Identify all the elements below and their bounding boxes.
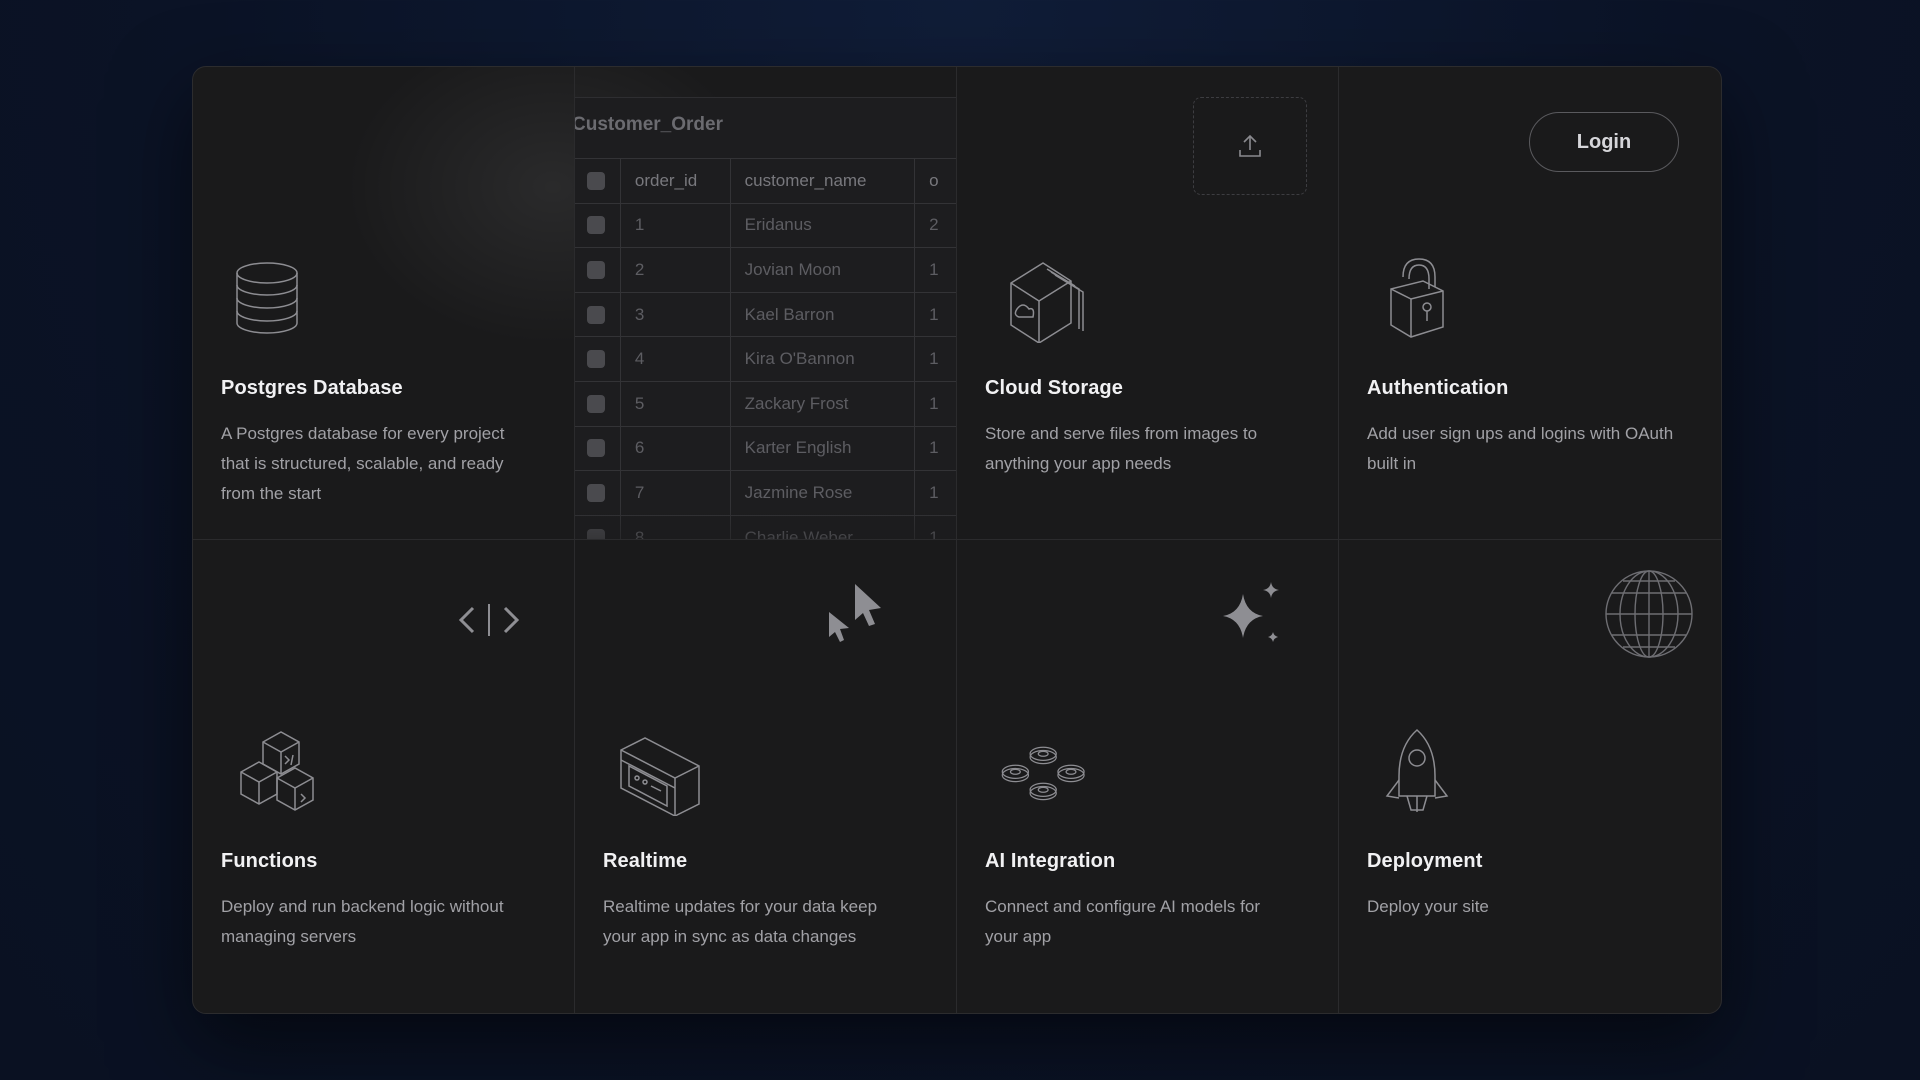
table-cell: 1 (915, 248, 956, 292)
rocket-icon (1385, 728, 1449, 812)
feature-card-postgres[interactable]: Postgres Database A Postgres database fo… (193, 67, 575, 540)
padlock-icon (1390, 258, 1444, 338)
feature-title: Deployment (1367, 850, 1483, 872)
table-cell: Eridanus (731, 203, 916, 248)
table-header-row: order_id customer_name o (575, 159, 956, 204)
table-cell: 6 (621, 426, 731, 471)
table-cell: 1 (915, 337, 956, 381)
ai-nodes-icon (1001, 746, 1085, 801)
table-cell: 4 (621, 337, 731, 381)
table-cell: Kira O'Bannon (731, 337, 916, 381)
table-row[interactable]: 6 Karter English 1 (575, 426, 956, 472)
row-checkbox[interactable] (575, 426, 621, 471)
features-grid: Postgres Database A Postgres database fo… (193, 67, 1721, 1013)
select-all-checkbox[interactable] (575, 159, 621, 203)
table-cell: 7 (621, 471, 731, 515)
column-header[interactable]: order_id (621, 159, 731, 203)
table-cell: 1 (915, 471, 956, 515)
table-row[interactable]: 8 Charlie Weber 1 (575, 515, 956, 539)
feature-description: A Postgres database for every project th… (221, 424, 505, 503)
column-header[interactable]: customer_name (731, 159, 916, 203)
table-cell: 2 (621, 248, 731, 292)
table-title: Customer_Order (575, 114, 723, 135)
table-cell: Karter English (731, 426, 916, 471)
feature-card-deployment[interactable]: Deployment Deploy your site (1339, 540, 1721, 1013)
table-cell: 1 (915, 427, 956, 471)
column-header[interactable]: o (915, 159, 956, 203)
features-panel: Postgres Database A Postgres database fo… (192, 66, 1722, 1014)
row-checkbox[interactable] (575, 292, 621, 337)
code-cubes-icon (240, 731, 314, 811)
table-cell: Charlie Weber (731, 515, 916, 539)
table-cell: 3 (621, 292, 731, 337)
table-preview: Customer_Order order_id customer_name o … (575, 97, 956, 539)
table-cell: 5 (621, 381, 731, 426)
table-cell: 2 (915, 204, 956, 248)
table-row[interactable]: 1 Eridanus 2 (575, 203, 956, 249)
row-checkbox[interactable] (575, 248, 621, 292)
table-cell: Jovian Moon (731, 248, 916, 292)
feature-title: Authentication (1367, 377, 1509, 399)
feature-card-cloud-storage[interactable]: Cloud Storage Store and serve files from… (957, 67, 1339, 540)
feature-description: Connect and configure AI models for your… (985, 897, 1260, 946)
table-row[interactable]: 2 Jovian Moon 1 (575, 248, 956, 293)
row-checkbox[interactable] (575, 471, 621, 515)
table-cell: 1 (621, 203, 731, 248)
feature-title: AI Integration (985, 850, 1116, 872)
feature-description: Deploy and run backend logic without man… (221, 897, 504, 946)
feature-description: Realtime updates for your data keep your… (603, 897, 878, 946)
table-grid: order_id customer_name o 1 Eridanus 2 2 … (575, 158, 956, 539)
feature-description: Deploy your site (1367, 897, 1489, 916)
table-cell: 8 (621, 515, 731, 539)
upload-dropzone[interactable] (1193, 97, 1307, 195)
feature-card-functions[interactable]: Functions Deploy and run backend logic w… (193, 540, 575, 1013)
row-checkbox[interactable] (575, 381, 621, 426)
feature-title: Cloud Storage (985, 377, 1123, 399)
database-icon (236, 262, 298, 334)
table-cell: Zackary Frost (731, 381, 916, 426)
globe-icon (1605, 570, 1693, 658)
feature-card-realtime[interactable]: Realtime Realtime updates for your data … (575, 540, 957, 1013)
table-preview-cell: Customer_Order order_id customer_name o … (575, 67, 957, 540)
table-row[interactable]: 5 Zackary Frost 1 (575, 381, 956, 427)
feature-title: Postgres Database (221, 377, 403, 399)
cursors-icon (829, 584, 881, 642)
table-cell: Jazmine Rose (731, 471, 916, 515)
feature-card-authentication[interactable]: Login Authentication Add user sign ups a… (1339, 67, 1721, 540)
browser-window-icon (620, 737, 700, 816)
login-button[interactable]: Login (1529, 112, 1679, 172)
row-checkbox[interactable] (575, 515, 621, 539)
table-cell: 1 (915, 516, 956, 539)
code-brackets-icon (458, 604, 520, 636)
table-row[interactable]: 3 Kael Barron 1 (575, 292, 956, 338)
feature-title: Realtime (603, 850, 688, 872)
upload-icon (1239, 134, 1261, 157)
table-row[interactable]: 7 Jazmine Rose 1 (575, 471, 956, 516)
row-checkbox[interactable] (575, 337, 621, 381)
sparkle-icon (1223, 582, 1279, 642)
table-cell: 1 (915, 293, 956, 337)
feature-title: Functions (221, 850, 318, 872)
row-checkbox[interactable] (575, 203, 621, 248)
feature-card-ai-integration[interactable]: AI Integration Connect and configure AI … (957, 540, 1339, 1013)
feature-description: Store and serve files from images to any… (985, 424, 1258, 473)
feature-description: Add user sign ups and logins with OAuth … (1367, 424, 1674, 473)
table-cell: Kael Barron (731, 292, 916, 337)
table-row[interactable]: 4 Kira O'Bannon 1 (575, 337, 956, 382)
table-cell: 1 (915, 382, 956, 426)
folder-stack-icon (1010, 262, 1084, 343)
